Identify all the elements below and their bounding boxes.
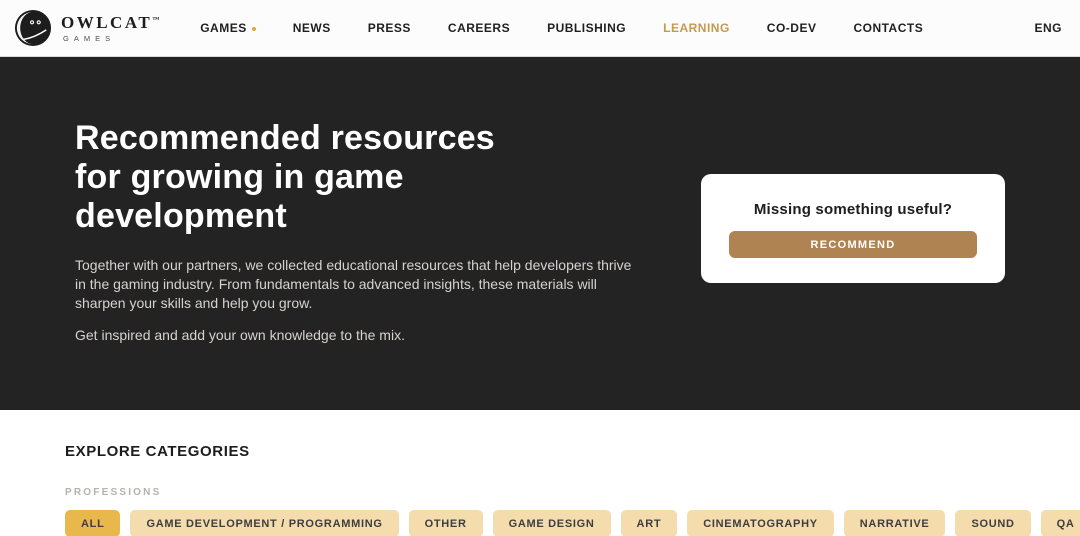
filter-chip-narrative[interactable]: NARRATIVE: [843, 510, 946, 536]
logo-subtitle: GAMES: [63, 33, 116, 43]
filter-chip-art[interactable]: ART: [620, 510, 678, 536]
nav-item-careers[interactable]: CAREERS: [448, 21, 510, 35]
owlcat-wordmark: OWLCAT™ GAMES: [61, 14, 159, 43]
page-title: Recommended resources for growing in gam…: [75, 119, 495, 235]
recommend-card-title: Missing something useful?: [753, 201, 953, 218]
filter-chip-game-development-programming[interactable]: GAME DEVELOPMENT / PROGRAMMING: [130, 510, 399, 536]
hero-paragraph-2: Get inspired and add your own knowledge …: [75, 327, 405, 343]
filter-chip-cinematography[interactable]: CINEMATOGRAPHY: [687, 510, 834, 536]
recommend-card: Missing something useful? RECOMMEND: [701, 174, 1005, 283]
owlcat-owl-icon: [14, 9, 52, 47]
nav-item-games[interactable]: GAMES: [200, 21, 256, 35]
top-navigation-bar: OWLCAT™ GAMES GAMES NEWS PRESS CAREERS PUBLI…: [0, 0, 1080, 57]
filter-chip-other[interactable]: OTHER: [408, 510, 483, 536]
filter-chip-all[interactable]: ALL: [65, 510, 121, 536]
explore-categories-section: EXPLORE CATEGORIES PROFESSIONS ALL GAME D…: [0, 410, 1080, 536]
nav-item-publishing[interactable]: PUBLISHING: [547, 21, 626, 35]
nav-item-contacts[interactable]: CONTACTS: [853, 21, 923, 35]
trademark-symbol: ™: [152, 15, 160, 24]
filter-chip-game-design[interactable]: GAME DESIGN: [492, 510, 611, 536]
main-nav: GAMES NEWS PRESS CAREERS PUBLISHING LEARNING C…: [200, 21, 1034, 35]
profession-filters: ALL GAME DEVELOPMENT / PROGRAMMING OTHER GA…: [65, 510, 1080, 536]
explore-categories-heading: EXPLORE CATEGORIES: [65, 443, 250, 460]
dropdown-dot-icon: [251, 26, 256, 31]
nav-item-news[interactable]: NEWS: [293, 21, 331, 35]
professions-label: PROFESSIONS: [65, 487, 162, 498]
nav-item-learning[interactable]: LEARNING: [663, 21, 730, 35]
hero-copy: Recommended resources for growing in gam…: [75, 119, 675, 345]
logo-title: OWLCAT™: [61, 12, 160, 32]
filter-chip-qa[interactable]: QA: [1040, 510, 1080, 536]
hero-paragraph-1: Together with our partners, we collected…: [75, 257, 632, 311]
nav-item-press[interactable]: PRESS: [368, 21, 411, 35]
language-selector[interactable]: ENG: [1034, 21, 1062, 35]
owlcat-logo[interactable]: OWLCAT™ GAMES: [14, 9, 159, 47]
filter-chip-sound[interactable]: SOUND: [955, 510, 1031, 536]
nav-item-co-dev[interactable]: CO-DEV: [767, 21, 817, 35]
recommend-button[interactable]: RECOMMEND: [729, 231, 977, 258]
hero-section: Recommended resources for growing in gam…: [0, 57, 1080, 410]
